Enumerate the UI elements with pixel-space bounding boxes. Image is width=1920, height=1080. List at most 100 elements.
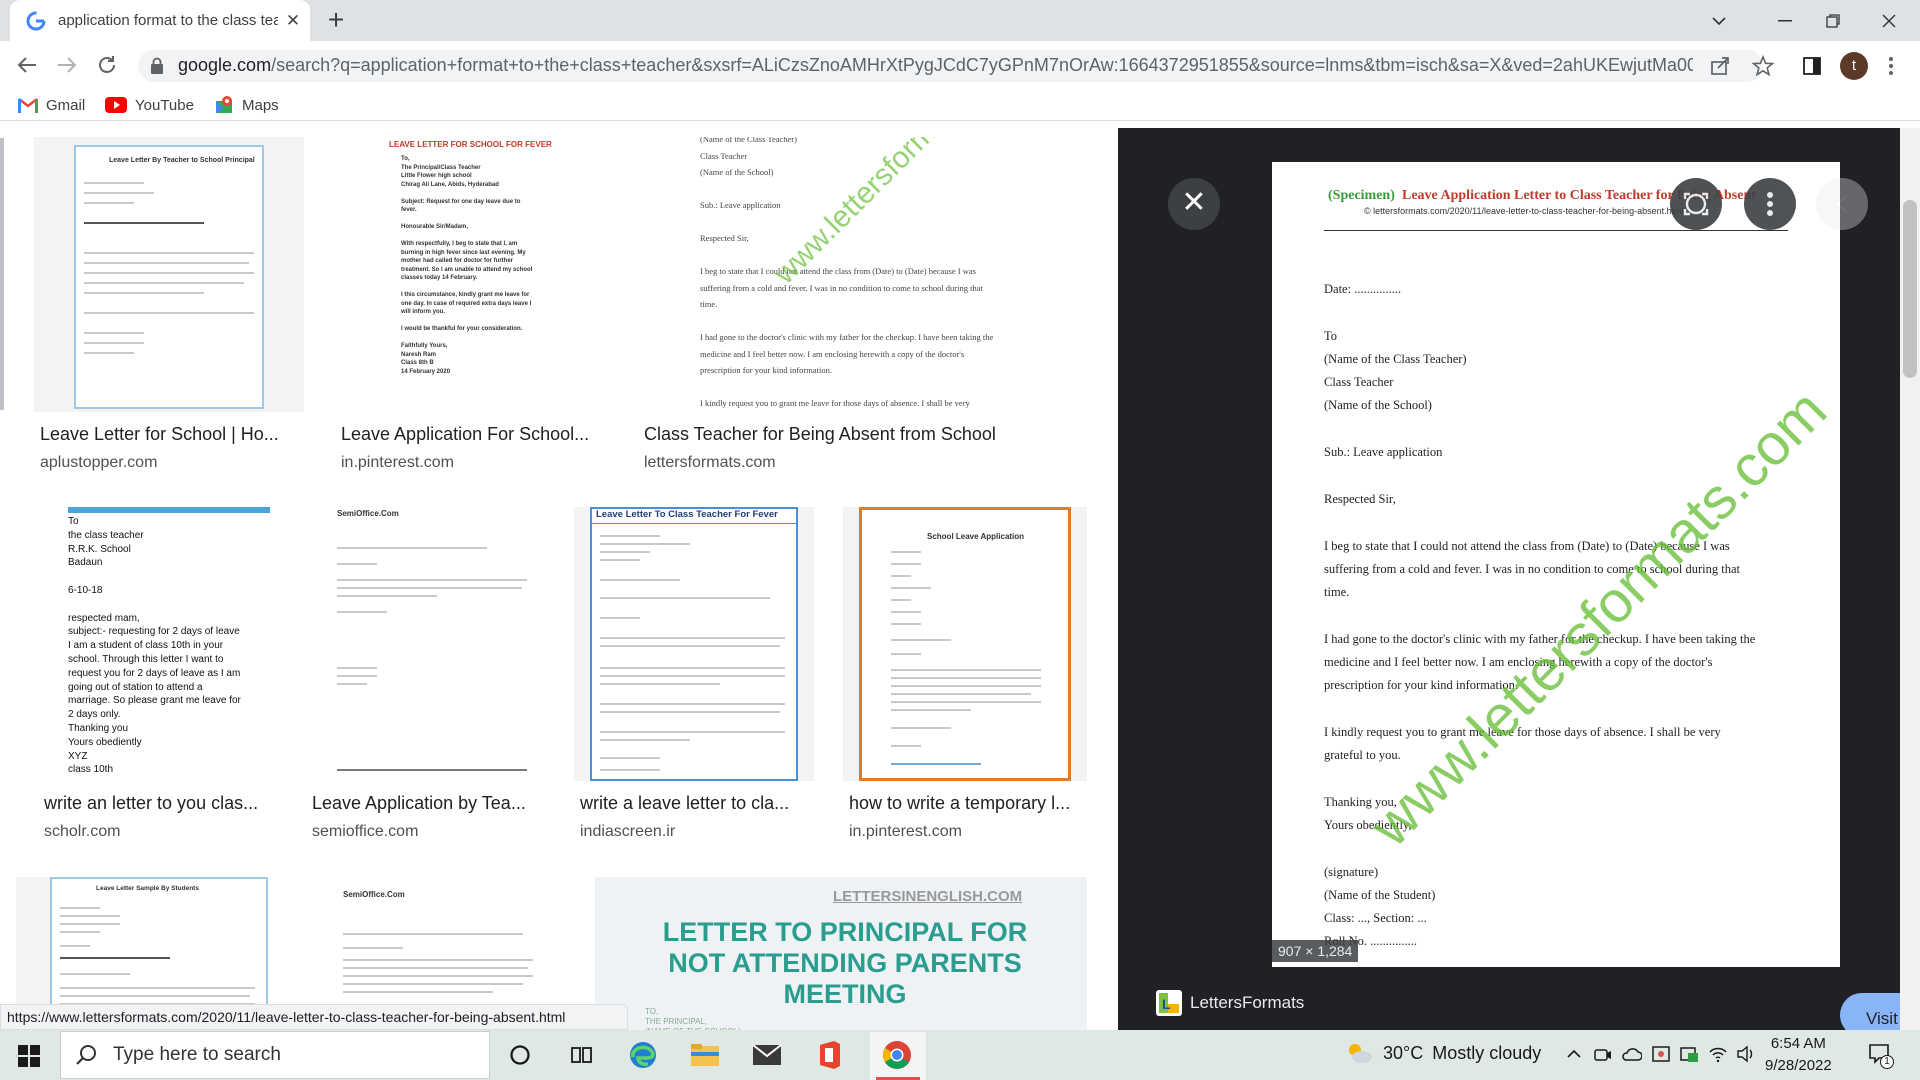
result-thumb-5[interactable]: SemiOffice.Com xyxy=(305,507,544,781)
result-title-3[interactable]: Class Teacher for Being Absent from Scho… xyxy=(644,424,1084,445)
thumb-body: To the class teacher R.R.K. School Badau… xyxy=(68,516,241,776)
wifi-icon[interactable] xyxy=(1708,1045,1728,1063)
notification-count: 1 xyxy=(1880,1055,1894,1069)
cortana-icon[interactable] xyxy=(503,1038,537,1072)
url-text[interactable]: google.com/search?q=application+format+t… xyxy=(178,55,1693,76)
share-icon[interactable] xyxy=(1710,56,1730,76)
bookmark-youtube[interactable]: YouTube xyxy=(105,94,194,116)
windows-start-icon[interactable] xyxy=(18,1045,40,1067)
scrollbar-thumb[interactable] xyxy=(1903,200,1917,378)
back-button[interactable] xyxy=(12,52,42,78)
lettersformats-logo-icon: L xyxy=(1156,990,1182,1016)
close-preview-button[interactable]: ✕ xyxy=(1168,178,1220,230)
svg-text:L: L xyxy=(1162,996,1171,1012)
onedrive-icon[interactable] xyxy=(1622,1046,1642,1062)
link-status-bar: https://www.lettersformats.com/2020/11/l… xyxy=(0,1004,628,1030)
minimize-button[interactable] xyxy=(1762,0,1808,41)
office-icon[interactable] xyxy=(812,1038,846,1072)
preview-letter-line: (signature) xyxy=(1324,865,1379,879)
preview-image[interactable]: (Specimen) Leave Application Letter to C… xyxy=(1272,162,1840,967)
new-tab-button[interactable]: + xyxy=(322,6,350,35)
result-source-4: scholr.com xyxy=(44,823,121,840)
lock-icon[interactable] xyxy=(150,57,164,75)
weather-widget[interactable]: 30°C Mostly cloudy xyxy=(1345,1042,1541,1064)
thumb-heading: Leave Letter Sample By Students xyxy=(96,885,199,892)
chevron-down-icon xyxy=(1712,16,1726,26)
result-thumb-4[interactable]: To the class teacher R.R.K. School Badau… xyxy=(10,507,276,781)
thumb-title: LETTER TO PRINCIPAL FOR NOT ATTENDING PA… xyxy=(662,917,1028,1009)
result-thumb-3[interactable]: (Name of the Class Teacher) Class Teache… xyxy=(638,137,1086,412)
lens-icon xyxy=(1670,178,1722,230)
tab-search-button[interactable] xyxy=(1696,0,1742,41)
result-thumb-1[interactable]: Leave Letter By Teacher to School Princi… xyxy=(34,137,304,412)
result-title-1[interactable]: Leave Letter for School | Ho... xyxy=(40,424,290,445)
result-title-6[interactable]: write a leave letter to cla... xyxy=(580,793,805,814)
previous-image-button[interactable] xyxy=(1816,178,1868,230)
tab-active[interactable]: application format to the class teacher … xyxy=(10,0,310,41)
result-title-7[interactable]: how to write a temporary l... xyxy=(849,793,1084,814)
preview-specimen: (Specimen) xyxy=(1328,188,1395,203)
taskbar-clock[interactable]: 6:54 AM 9/28/2022 xyxy=(1765,1033,1832,1077)
thumb-heading: SemiOffice.Com xyxy=(343,890,405,899)
url-domain: google.com xyxy=(178,55,272,75)
profile-avatar[interactable]: t xyxy=(1840,52,1868,80)
thumb-heading: LEAVE LETTER FOR SCHOOL FOR FEVER xyxy=(389,140,552,149)
results-left-edge xyxy=(0,138,4,410)
bookmark-star-icon[interactable] xyxy=(1752,55,1774,77)
clock-time: 6:54 AM xyxy=(1770,1035,1826,1052)
bookmark-gmail[interactable]: Gmail xyxy=(18,94,85,116)
close-window-button[interactable] xyxy=(1866,0,1912,41)
chrome-taskbar-button[interactable] xyxy=(870,1032,926,1080)
notification-center-button[interactable]: 1 xyxy=(1868,1043,1894,1069)
preview-site-name[interactable]: LettersFormats xyxy=(1190,993,1304,1013)
edge-icon[interactable] xyxy=(626,1038,660,1072)
security-icon[interactable] xyxy=(1652,1045,1672,1063)
tray-chevron-up-icon[interactable] xyxy=(1566,1046,1582,1062)
tab-close-button[interactable]: ✕ xyxy=(282,10,304,32)
chrome-icon xyxy=(882,1040,926,1070)
result-source-6: indiascreen.ir xyxy=(580,823,676,840)
url-path: /search?q=application+format+to+the+clas… xyxy=(271,55,1693,75)
result-thumb-6[interactable]: Leave Letter To Class Teacher For Fever xyxy=(574,507,814,781)
preview-letter-line: To xyxy=(1324,329,1338,343)
gmail-icon xyxy=(18,97,38,113)
preview-letter-line: Class Teacher xyxy=(1324,375,1394,389)
volume-icon[interactable] xyxy=(1736,1045,1756,1063)
meet-now-icon[interactable] xyxy=(1594,1046,1612,1064)
thumb-body: To, The Principal/Class Teacher Little F… xyxy=(401,156,533,375)
arrow-right-icon xyxy=(52,54,82,76)
chevron-left-icon xyxy=(1816,178,1868,230)
more-options-button[interactable] xyxy=(1744,178,1796,230)
result-title-4[interactable]: write an letter to you clas... xyxy=(44,793,274,814)
result-title-2[interactable]: Leave Application For School... xyxy=(341,424,601,445)
side-panel-icon[interactable] xyxy=(1802,56,1822,76)
reload-icon xyxy=(92,54,122,76)
result-thumb-2[interactable]: LEAVE LETTER FOR SCHOOL FOR FEVER To, Th… xyxy=(335,137,607,412)
bookmark-maps[interactable]: Maps xyxy=(214,94,279,116)
search-icon xyxy=(75,1044,97,1066)
result-source-1: aplustopper.com xyxy=(40,454,158,471)
forward-button[interactable] xyxy=(52,52,82,78)
reload-button[interactable] xyxy=(92,52,122,78)
file-explorer-icon[interactable] xyxy=(688,1038,722,1072)
preview-letter-line: (Name of the Student) xyxy=(1324,888,1436,902)
maps-icon xyxy=(214,95,234,115)
taskbar-search-box[interactable]: Type here to search xyxy=(60,1031,490,1079)
image-dimensions-badge: 907 × 1,284 xyxy=(1272,940,1359,962)
battery-saver-icon[interactable] xyxy=(1680,1045,1700,1063)
bookmarks-bar xyxy=(0,89,1920,121)
bookmark-label: Maps xyxy=(242,96,279,114)
thumb-site: LETTERSINENGLISH.COM xyxy=(833,888,1023,905)
visually-search-button[interactable] xyxy=(1670,178,1722,230)
restore-button[interactable] xyxy=(1810,0,1856,41)
result-thumb-10[interactable]: LETTERSINENGLISH.COM LETTER TO PRINCIPAL… xyxy=(595,877,1087,1030)
clock-date: 9/28/2022 xyxy=(1765,1057,1832,1074)
task-view-icon[interactable] xyxy=(565,1038,599,1072)
mail-icon[interactable] xyxy=(750,1038,784,1072)
result-title-5[interactable]: Leave Application by Tea... xyxy=(312,793,537,814)
preview-letter-line: Respected Sir, xyxy=(1324,492,1396,506)
thumb-heading: Leave Letter To Class Teacher For Fever xyxy=(596,509,778,520)
preview-letter-line: Class: ..., Section: ... xyxy=(1324,911,1427,925)
menu-icon[interactable] xyxy=(1888,56,1894,76)
result-thumb-7[interactable]: School Leave Application xyxy=(843,507,1087,781)
